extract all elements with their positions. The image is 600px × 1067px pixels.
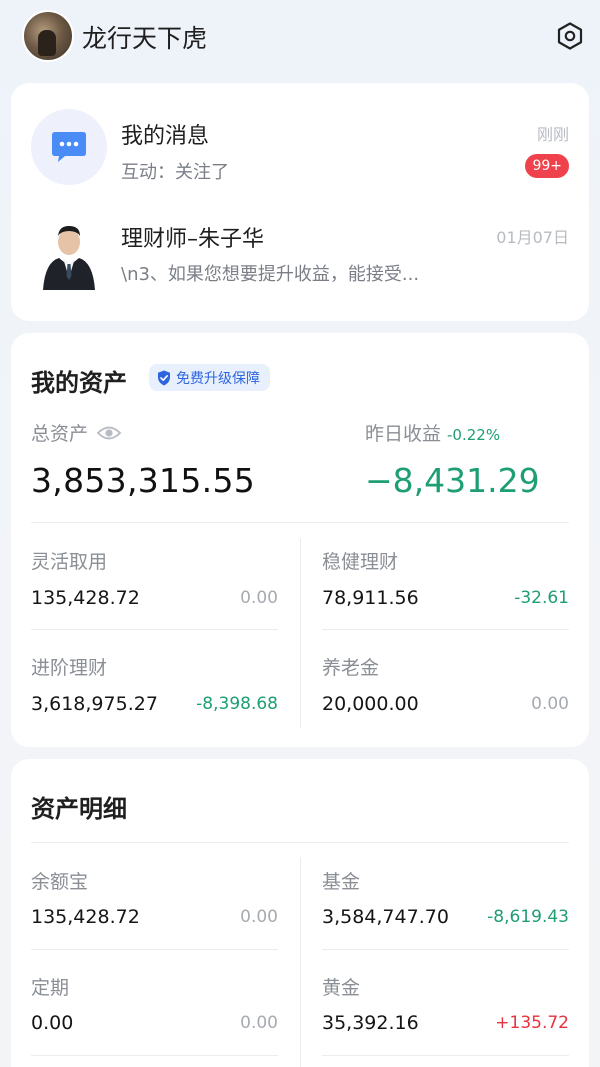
asset-delta: -8,398.68	[196, 694, 278, 714]
advisor-time: 01月07日	[496, 228, 569, 247]
detail-label: 定期	[31, 977, 70, 999]
upgrade-protection-tag[interactable]: 免费升级保障	[149, 364, 270, 391]
advisor-avatar	[37, 218, 101, 290]
advisor-preview: \n3、如果您想要提升收益，能接受...	[121, 264, 420, 285]
messages-card: 我的消息 互动：关注了 刚刚 99+ 理财师–朱子华 \n3、如果您想要提升收益…	[11, 83, 589, 321]
detail-value: 35,392.16	[322, 1012, 419, 1034]
shield-check-icon	[157, 370, 171, 386]
asset-value: 20,000.00	[322, 693, 419, 715]
yesterday-earnings-pct: -0.22%	[447, 426, 501, 444]
divider	[31, 1055, 278, 1056]
total-assets-value: 3,853,315.55	[31, 461, 256, 500]
divider	[322, 629, 569, 630]
user-name[interactable]: 龙行天下虎	[82, 19, 207, 55]
top-header: 龙行天下虎	[0, 0, 600, 72]
settings-icon	[557, 22, 583, 50]
yesterday-earnings-label-text: 昨日收益	[365, 423, 442, 445]
yesterday-earnings-value: −8,431.29	[365, 461, 540, 500]
upgrade-tag-label: 免费升级保障	[176, 370, 260, 387]
chat-bubble-icon	[52, 132, 86, 162]
asset-label: 进阶理财	[31, 657, 108, 679]
settings-button[interactable]	[553, 19, 587, 53]
divider	[31, 842, 569, 843]
divider	[322, 1055, 569, 1056]
detail-label: 基金	[322, 871, 361, 893]
message-time: 刚刚	[536, 125, 569, 144]
asset-value: 135,428.72	[31, 587, 140, 609]
detail-delta: 0.00	[240, 1013, 278, 1033]
total-assets-label-text: 总资产	[31, 423, 89, 445]
unread-badge: 99+	[525, 154, 569, 178]
column-divider	[300, 538, 301, 728]
asset-label: 养老金	[322, 657, 380, 679]
asset-label: 稳健理财	[322, 551, 399, 573]
detail-value: 0.00	[31, 1012, 74, 1034]
message-title: 我的消息	[121, 124, 210, 149]
asset-value: 78,911.56	[322, 587, 419, 609]
column-divider	[300, 857, 301, 1067]
detail-value: 135,428.72	[31, 906, 140, 928]
yesterday-earnings-label: 昨日收益 -0.22%	[365, 419, 500, 446]
divider	[322, 949, 569, 950]
asset-label: 灵活取用	[31, 551, 108, 573]
detail-delta: -8,619.43	[487, 907, 569, 927]
detail-delta: +135.72	[495, 1013, 569, 1033]
divider	[31, 629, 278, 630]
detail-label: 黄金	[322, 977, 361, 999]
message-icon-container	[31, 109, 107, 185]
detail-delta: 0.00	[240, 907, 278, 927]
details-title: 资产明细	[31, 795, 127, 823]
detail-value: 3,584,747.70	[322, 906, 449, 928]
message-subtitle: 互动：关注了	[121, 162, 229, 183]
asset-details-card: 资产明细 余额宝 135,428.72 0.00 基金 3,584,747.70…	[11, 759, 589, 1067]
asset-delta: 0.00	[531, 694, 569, 714]
asset-delta: 0.00	[240, 588, 278, 608]
divider	[31, 949, 278, 950]
asset-delta: -32.61	[514, 588, 569, 608]
advisor-title: 理财师–朱子华	[121, 227, 265, 252]
assets-card: 我的资产 免费升级保障 总资产 3,853,315.55 昨日收益 -0.22%…	[11, 333, 589, 747]
asset-value: 3,618,975.27	[31, 693, 158, 715]
eye-icon[interactable]	[96, 423, 122, 443]
user-avatar[interactable]	[22, 10, 74, 62]
detail-label: 余额宝	[31, 871, 89, 893]
assets-title: 我的资产	[31, 369, 127, 397]
divider	[31, 522, 569, 523]
total-assets-label: 总资产	[31, 419, 122, 446]
